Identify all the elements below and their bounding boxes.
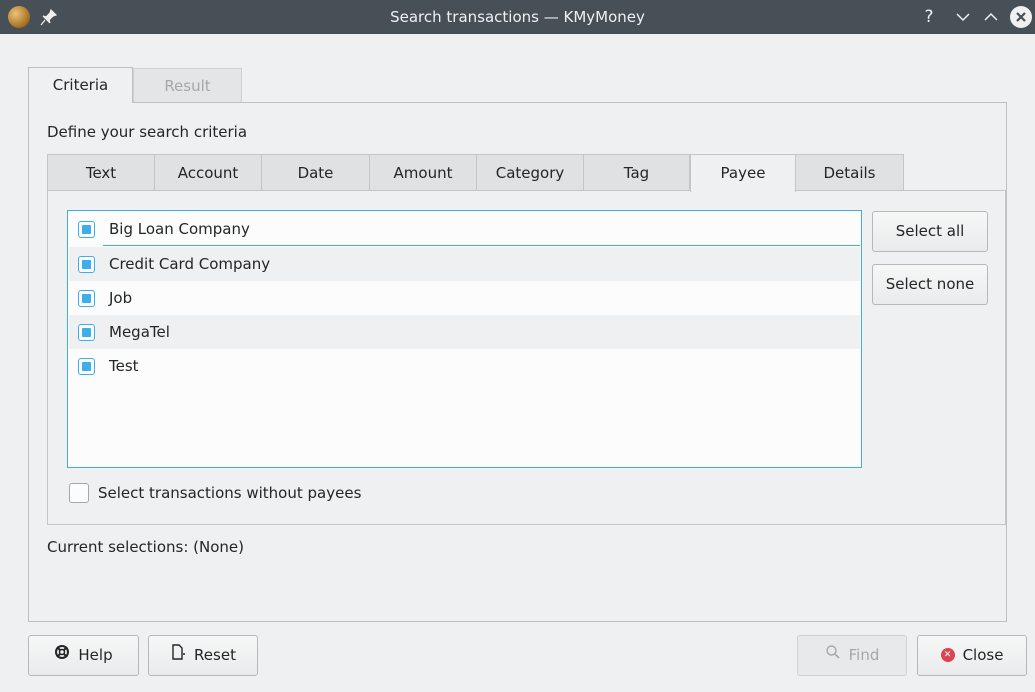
tab-tag[interactable]: Tag bbox=[584, 154, 690, 191]
lifebuoy-icon bbox=[54, 636, 70, 675]
find-label: Find bbox=[848, 646, 880, 664]
list-item[interactable]: Credit Card Company bbox=[69, 247, 860, 281]
payee-checkbox[interactable] bbox=[78, 256, 95, 273]
close-icon: ✕ bbox=[940, 647, 955, 662]
reset-label: Reset bbox=[194, 646, 236, 664]
title-bar: Search transactions — KMyMoney ? bbox=[0, 0, 1035, 34]
tab-text[interactable]: Text bbox=[47, 154, 155, 191]
tab-date[interactable]: Date bbox=[262, 154, 370, 191]
reset-icon bbox=[170, 636, 186, 675]
list-item[interactable]: Big Loan Company bbox=[69, 212, 860, 246]
without-payees-label: Select transactions without payees bbox=[98, 484, 362, 502]
help-window-button[interactable]: ? bbox=[918, 6, 940, 28]
close-button[interactable]: ✕ Close bbox=[917, 635, 1027, 676]
select-none-button[interactable]: Select none bbox=[872, 264, 988, 305]
reset-button[interactable]: Reset bbox=[148, 635, 258, 676]
list-item[interactable]: Test bbox=[69, 349, 860, 383]
maximize-button[interactable] bbox=[980, 6, 1002, 28]
find-button[interactable]: Find bbox=[797, 635, 907, 676]
payee-checkbox[interactable] bbox=[78, 221, 95, 238]
tab-category[interactable]: Category bbox=[477, 154, 584, 191]
payee-list[interactable]: Big Loan Company Credit Card Company Job… bbox=[67, 210, 862, 468]
tab-amount[interactable]: Amount bbox=[370, 154, 477, 191]
select-all-button[interactable]: Select all bbox=[872, 211, 988, 252]
payee-label: Credit Card Company bbox=[109, 255, 271, 273]
search-icon bbox=[825, 636, 841, 675]
minimize-button[interactable] bbox=[952, 6, 974, 28]
list-item[interactable]: MegaTel bbox=[69, 315, 860, 349]
list-item[interactable]: Job bbox=[69, 281, 860, 315]
help-label: Help bbox=[78, 646, 113, 664]
close-label: Close bbox=[962, 646, 1004, 664]
define-criteria-label: Define your search criteria bbox=[47, 123, 248, 141]
payee-checkbox[interactable] bbox=[78, 358, 95, 375]
window-title: Search transactions — KMyMoney bbox=[390, 8, 645, 26]
tab-result[interactable]: Result bbox=[133, 68, 242, 102]
payee-checkbox[interactable] bbox=[78, 324, 95, 341]
tab-details[interactable]: Details bbox=[796, 154, 904, 191]
payee-label: Job bbox=[109, 289, 133, 307]
help-button[interactable]: Help bbox=[28, 635, 139, 676]
current-selections-label: Current selections: (None) bbox=[47, 538, 244, 556]
tab-criteria[interactable]: Criteria bbox=[28, 67, 133, 103]
payee-label: Test bbox=[109, 357, 139, 375]
close-window-button[interactable] bbox=[1010, 6, 1032, 28]
payee-label: MegaTel bbox=[109, 323, 170, 341]
without-payees-checkbox[interactable] bbox=[69, 483, 89, 503]
tab-account[interactable]: Account bbox=[155, 154, 262, 191]
tab-payee[interactable]: Payee bbox=[690, 154, 796, 192]
payee-checkbox[interactable] bbox=[78, 290, 95, 307]
payee-label: Big Loan Company bbox=[109, 220, 250, 238]
